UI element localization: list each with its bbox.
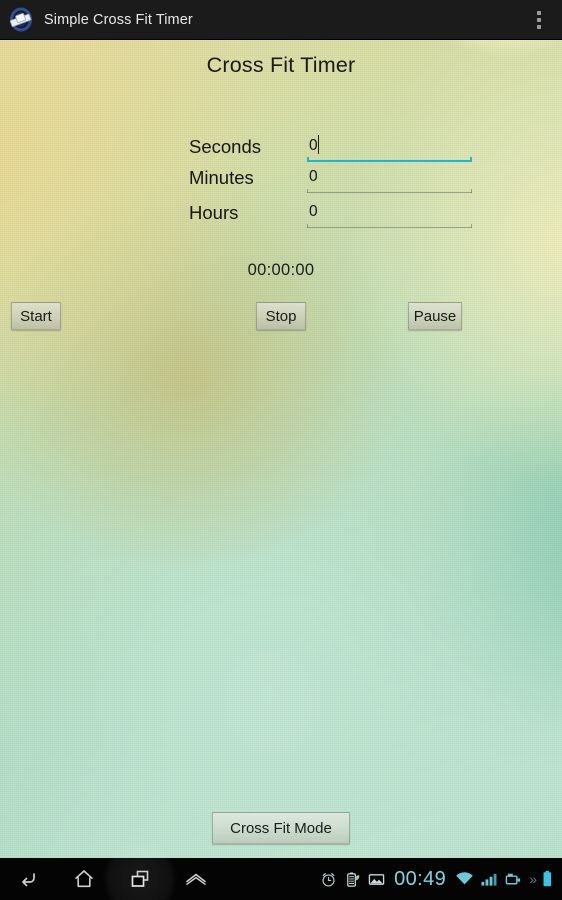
cross-fit-mode-button[interactable]: Cross Fit Mode [212, 812, 350, 844]
more-icons-chevron: » [529, 871, 537, 887]
image-icon [368, 871, 385, 888]
hours-field-row: Hours [0, 200, 562, 236]
minutes-underline [307, 189, 472, 193]
action-bar: Simple Cross Fit Timer [0, 0, 562, 40]
back-icon[interactable] [0, 858, 56, 900]
overflow-dot [537, 17, 541, 22]
stop-button[interactable]: Stop [256, 302, 306, 330]
hours-input-wrapper[interactable] [307, 200, 472, 228]
device-screen: Simple Cross Fit Timer Cross Fit Timer S… [0, 0, 562, 900]
hours-label: Hours [189, 202, 239, 223]
seconds-input[interactable] [307, 134, 472, 157]
minutes-input-wrapper[interactable] [307, 165, 472, 193]
sim-card-icon [505, 872, 522, 887]
page-title: Cross Fit Timer [206, 53, 356, 77]
text-caret [318, 135, 319, 154]
minutes-input[interactable] [307, 165, 472, 188]
signal-bars-icon [481, 871, 498, 887]
overflow-dot [537, 10, 541, 15]
alarm-clock-icon [320, 871, 337, 888]
seconds-label: Seconds [189, 136, 261, 157]
start-button[interactable]: Start [11, 302, 61, 330]
app-title: Simple Cross Fit Timer [44, 11, 193, 28]
battery-icon [542, 870, 553, 888]
app-content: Cross Fit Timer Seconds Minutes Hours [0, 40, 562, 858]
timer-display: 00:00:00 [247, 261, 315, 279]
hours-underline [307, 224, 472, 228]
minutes-field-row: Minutes [0, 165, 562, 201]
battery-saver-leaf-icon [344, 871, 361, 888]
recents-icon[interactable] [112, 858, 168, 900]
seconds-underline [307, 157, 472, 162]
chevron-up-icon[interactable] [168, 858, 224, 900]
overflow-dot [537, 24, 541, 29]
system-navigation-bar: 00:49 » [0, 858, 562, 900]
hours-input[interactable] [307, 200, 472, 223]
seconds-input-wrapper[interactable] [307, 134, 472, 162]
overflow-menu-icon[interactable] [530, 5, 548, 35]
minutes-label: Minutes [189, 167, 254, 188]
nav-buttons-group [0, 858, 224, 900]
status-clock: 00:49 [394, 867, 447, 890]
wifi-icon [455, 871, 474, 887]
seconds-field-row: Seconds [0, 134, 562, 170]
app-logo-icon [8, 7, 34, 33]
pause-button[interactable]: Pause [408, 302, 462, 330]
status-icons-area: 00:49 » [320, 858, 562, 900]
